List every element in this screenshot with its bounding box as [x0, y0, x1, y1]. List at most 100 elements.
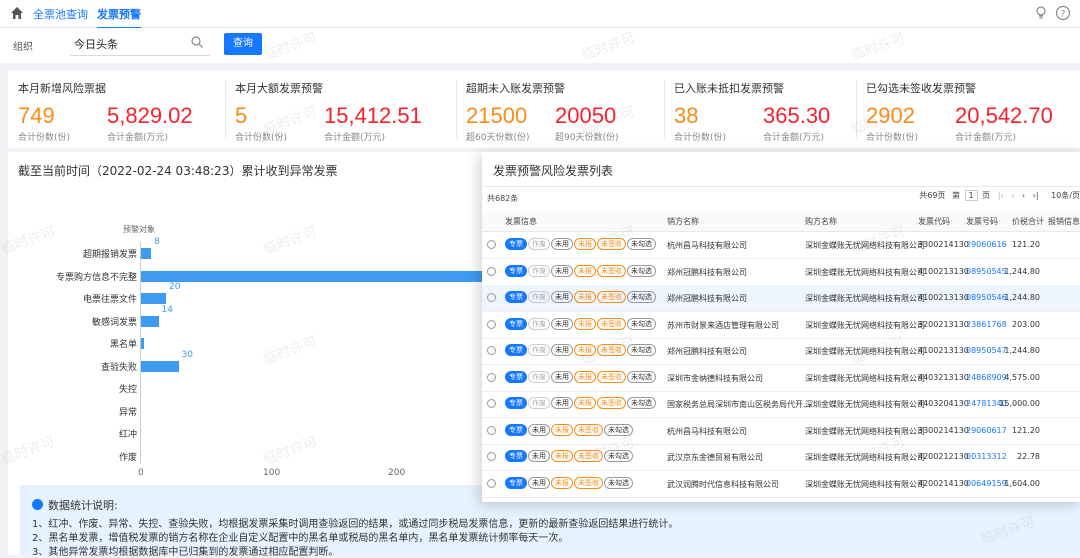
chart-bar[interactable] — [141, 360, 179, 372]
stat-amount: 20,542.70 — [955, 103, 1053, 128]
invoice-number[interactable]: 08950547 — [966, 346, 1007, 355]
status-badge: 未报 — [574, 317, 596, 330]
lightbulb-icon[interactable] — [1032, 4, 1050, 22]
note-line: 3、其他异常发票均根据数据库中已归集到的发票通过相应配置判断。 — [32, 547, 339, 558]
status-badge: 未用 — [528, 423, 550, 436]
invoice-number[interactable]: 29060617 — [966, 426, 1007, 435]
stat-count: 5 — [235, 103, 248, 128]
stat-count-label: 合计份数(份) — [674, 133, 727, 143]
invoice-number[interactable]: 08950545 — [966, 267, 1007, 276]
status-badge: 未报 — [574, 264, 596, 277]
table-row[interactable]: 专票 作废 未用 未报 未签收 未勾选 杭州昌马科技有限公司 深圳金蝶账无忧网络科技有限公司 3… — [482, 232, 1080, 259]
status-badge: 未用 — [551, 317, 573, 330]
status-badge: 未用 — [551, 397, 573, 409]
chart-data-label: 20 — [169, 282, 181, 292]
status-badge: 未用 — [528, 476, 550, 489]
page-size-select[interactable]: 10条/页 — [1051, 191, 1080, 200]
chart-category-label: 红冲 — [118, 430, 137, 440]
chart-bar[interactable] — [141, 248, 151, 259]
page-suffix: 页 — [982, 191, 991, 200]
stat-card-large-invoice[interactable]: 本月大额发票预警 5 15,412.51 合计份数(份) 合计金额(万元) — [225, 70, 435, 148]
next-page-icon[interactable]: › — [1022, 191, 1025, 200]
row-radio[interactable] — [487, 319, 496, 329]
risk-invoice-list-dialog: 发票预警风险发票列表 共682条 共69页 第 1 页 |‹ ‹ › ›| 10… — [482, 152, 1080, 502]
chart-bar[interactable] — [141, 315, 159, 327]
table-row[interactable]: 专票 作废 未用 未报 未签收 未勾选 苏州市财景来酒店管理有限公司 深圳金蝶账无忧网络科技有… — [482, 312, 1080, 339]
row-radio[interactable] — [487, 293, 496, 302]
chart-category-label: 专票购方信息不完整 — [55, 272, 137, 283]
divider — [664, 80, 665, 138]
note-line: 1、红冲、作废、异常、失控、查验失败，均根据发票采集时调用查验返回的结果，或通过… — [32, 519, 679, 530]
status-badge: 未勾选 — [627, 370, 656, 383]
status-badge: 专票 — [505, 370, 527, 383]
table-row[interactable]: 专票 未用 未报 未签收 未勾选 武汉润腾时代信息科技有限公司 深圳金蝶账无忧网络科技有限公… — [482, 471, 1080, 498]
first-page-icon[interactable]: |‹ — [998, 191, 1004, 200]
stat-card-not-deducted[interactable]: 已入账未抵扣发票预警 38 365.30 合计份数(份) 合计金额(万元) — [664, 70, 874, 148]
search-icon[interactable] — [190, 35, 204, 49]
table-header: 发票信息 销方名称 购方名称 发票代码 发票号码 价税合计 报销信息 — [482, 211, 1080, 232]
row-radio[interactable] — [487, 372, 496, 382]
status-badge: 未报 — [574, 397, 596, 409]
table-row[interactable]: 专票 作废 未用 未报 未签收 未勾选 郑州冠鹏科技有限公司 深圳金蝶账无忧网络科技有限公司 4… — [482, 338, 1080, 365]
filter-bar: 组织 今日头条 查询 — [0, 28, 1080, 63]
status-badge: 作废 — [528, 264, 550, 277]
stat-card-new-risk[interactable]: 本月新增风险票据 749 5,829.02 合计份数(份) 合计金额(万元) — [8, 70, 218, 148]
table-row[interactable]: 专票 作废 未用 未报 未签收 未勾选 郑州冠鹏科技有限公司 深圳金蝶账无忧网络科技有限公司 4… — [482, 285, 1080, 312]
buyer-name: 深圳金蝶账无忧网络科技有限公司 — [805, 373, 925, 383]
invoice-number[interactable]: 08950546 — [966, 293, 1007, 302]
stat-amount-label: 合计金额(万元) — [324, 133, 386, 143]
invoice-amount: 1,244.80 — [1004, 346, 1040, 355]
home-icon[interactable] — [9, 5, 25, 21]
help-icon[interactable]: ? — [1054, 4, 1072, 22]
stat-card-overdue[interactable]: 超期未入账发票预警 21500 20050 超60天份数(份) 超90天份数(份… — [456, 70, 666, 148]
row-radio[interactable] — [487, 425, 496, 435]
column-header: 发票代码 — [918, 217, 950, 226]
status-badge: 未用 — [551, 370, 573, 383]
invoice-number[interactable]: 00313312 — [966, 452, 1007, 461]
chart-data-label: 30 — [181, 349, 193, 360]
pagination: 共69页 第 1 页 |‹ ‹ › ›| 10条/页 — [919, 190, 1080, 204]
dialog-title: 发票预警风险发票列表 — [493, 164, 614, 178]
tab-invoice-pool-query[interactable]: 全票池查询 — [33, 6, 88, 22]
invoice-amount: 121.20 — [1012, 240, 1040, 249]
status-badge: 未签收 — [597, 370, 626, 383]
page-input[interactable]: 1 — [964, 190, 978, 201]
chart-x-tick: 100 — [263, 468, 281, 478]
chart-category-label: 失控 — [118, 385, 137, 395]
buyer-name: 深圳金蝶账无忧网络科技有限公司 — [805, 267, 925, 277]
row-radio[interactable] — [487, 452, 496, 461]
last-page-icon[interactable]: ›| — [1033, 191, 1039, 200]
chart-bar[interactable] — [141, 338, 144, 349]
chart-data-label: 14 — [161, 304, 173, 315]
seller-name: 武汉京东金德贸易有限公司 — [667, 453, 763, 462]
row-radio[interactable] — [487, 240, 496, 249]
row-radio[interactable] — [487, 266, 496, 276]
table-row[interactable]: 专票 作废 未用 未报 未签收 未勾选 深圳市金纳德科技有限公司 深圳金蝶账无忧网络科技有限公… — [482, 365, 1080, 392]
invoice-number[interactable]: 00649159 — [966, 479, 1007, 488]
status-badge: 专票 — [505, 423, 527, 436]
invoice-tags: 专票 作废 未用 未报 未签收 未勾选 — [505, 317, 657, 330]
table-row[interactable]: 专票 作废 未用 未报 未签收 未勾选 郑州冠鹏科技有限公司 深圳金蝶账无忧网络科技有限公司 4… — [482, 259, 1080, 286]
table-row[interactable]: 专票 未用 未报 未签收 未勾选 杭州昌马科技有限公司 深圳金蝶账无忧网络科技有限公司 330… — [482, 418, 1080, 445]
status-badge: 专票 — [505, 344, 527, 356]
invoice-number[interactable]: 23861768 — [966, 320, 1007, 329]
stat-title: 已勾选未签收发票预警 — [866, 82, 976, 95]
query-button[interactable]: 查询 — [224, 33, 262, 55]
invoice-code: 4403204130 — [918, 399, 969, 408]
table-row[interactable]: 专票 作废 未用 未报 未签收 未勾选 国家税务总局深圳市南山区税务局代开... 深圳金蝶账无… — [482, 391, 1080, 418]
invoice-tags: 专票 作废 未用 未报 未签收 未勾选 — [505, 264, 657, 277]
status-badge: 未用 — [551, 344, 573, 356]
invoice-number[interactable]: 29060616 — [966, 240, 1007, 249]
row-radio[interactable] — [487, 478, 496, 488]
buyer-name: 深圳金蝶账无忧网络科技有限公司 — [805, 479, 925, 489]
chart-bar[interactable] — [141, 270, 516, 282]
prev-page-icon[interactable]: ‹ — [1011, 191, 1014, 200]
table-row[interactable]: 专票 未用 未报 未签收 未勾选 武汉京东金德贸易有限公司 深圳金蝶账无忧网络科技有限公司 4… — [482, 444, 1080, 471]
seller-name: 苏州市财景来酒店管理有限公司 — [667, 320, 779, 330]
invoice-number[interactable]: 24868909 — [966, 373, 1007, 382]
tab-invoice-warning[interactable]: 发票预警 — [97, 6, 141, 29]
row-radio[interactable] — [487, 399, 496, 408]
chart-bar[interactable] — [141, 293, 166, 304]
row-radio[interactable] — [487, 346, 496, 355]
org-select-value[interactable]: 今日头条 — [74, 36, 118, 52]
